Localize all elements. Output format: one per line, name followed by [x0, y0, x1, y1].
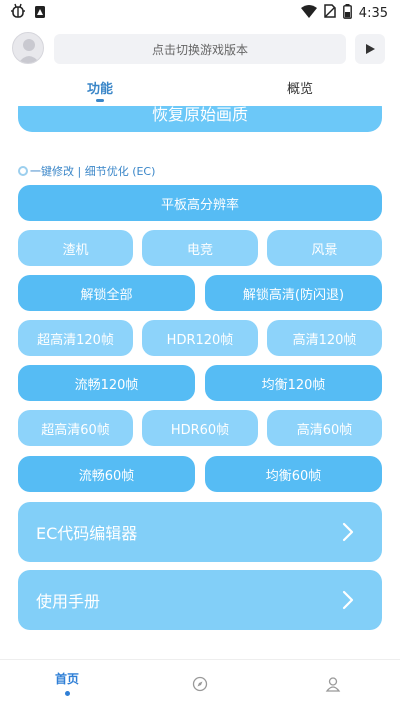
nav-discover[interactable]	[170, 676, 230, 692]
esports-preset-button[interactable]: 电竞	[142, 230, 258, 266]
potato-preset-button[interactable]: 渣机	[18, 230, 133, 266]
scenery-preset-button[interactable]: 风景	[267, 230, 382, 266]
wifi-icon	[300, 4, 317, 22]
compass-icon	[192, 676, 208, 692]
nav-profile[interactable]	[303, 676, 363, 692]
status-time: 4:35	[358, 5, 388, 21]
chevron-right-icon	[342, 590, 354, 610]
user-icon	[325, 677, 341, 692]
user-manual-label: 使用手册	[36, 592, 101, 611]
balanced-120fps-button[interactable]: 均衡120帧	[205, 365, 382, 401]
tablet-resolution-button[interactable]: 平板高分辨率	[18, 185, 382, 221]
top-bar: 点击切换游戏版本	[0, 32, 400, 66]
play-button[interactable]	[355, 34, 385, 64]
tab-features[interactable]: 功能	[60, 78, 140, 97]
chevron-right-icon	[342, 522, 354, 542]
version-placeholder: 点击切换游戏版本	[151, 42, 248, 57]
nav-home-label: 首页	[54, 672, 79, 686]
ec-code-editor-label: EC代码编辑器	[36, 524, 138, 543]
section-title: 一键修改 | 细节优化 (EC)	[18, 163, 155, 179]
version-select-input[interactable]: 点击切换游戏版本	[54, 34, 346, 64]
ec-code-editor-card[interactable]: EC代码编辑器	[18, 502, 382, 562]
unlock-hd-button[interactable]: 解锁高清(防闪退)	[205, 275, 382, 311]
uhd-120fps-button[interactable]: 超高清120帧	[18, 320, 133, 356]
hd-60fps-button[interactable]: 高清60帧	[267, 410, 382, 446]
user-manual-card[interactable]: 使用手册	[18, 570, 382, 630]
play-icon	[366, 44, 375, 54]
section-title-text: 一键修改 | 细节优化 (EC)	[30, 165, 156, 178]
bottom-nav: 首页	[0, 659, 400, 705]
radio-icon	[18, 166, 28, 176]
feature-list[interactable]: 恢复原始画质 一键修改 | 细节优化 (EC) 平板高分辨率 渣机 电竞 风景 …	[0, 106, 400, 659]
hdr-120fps-button[interactable]: HDR120帧	[142, 320, 258, 356]
unlock-all-button[interactable]: 解锁全部	[18, 275, 195, 311]
hdr-60fps-button[interactable]: HDR60帧	[142, 410, 258, 446]
notification-icon	[34, 4, 46, 23]
status-bar: 4:35	[0, 0, 400, 26]
nav-active-dot	[64, 691, 70, 696]
nav-home[interactable]: 首页	[37, 670, 97, 696]
battery-icon	[342, 3, 352, 23]
hd-120fps-button[interactable]: 高清120帧	[267, 320, 382, 356]
smooth-60fps-button[interactable]: 流畅60帧	[18, 456, 195, 492]
uhd-60fps-button[interactable]: 超高清60帧	[18, 410, 133, 446]
bug-icon	[10, 3, 26, 23]
tab-overview[interactable]: 概览	[260, 78, 340, 97]
tab-indicator	[96, 99, 104, 102]
balanced-60fps-button[interactable]: 均衡60帧	[205, 456, 382, 492]
no-sim-icon	[324, 4, 336, 22]
tab-bar: 功能 概览	[0, 72, 400, 106]
smooth-120fps-button[interactable]: 流畅120帧	[18, 365, 195, 401]
avatar[interactable]	[12, 32, 44, 64]
restore-original-quality-button[interactable]: 恢复原始画质	[18, 106, 382, 132]
user-silhouette-icon	[18, 39, 40, 63]
